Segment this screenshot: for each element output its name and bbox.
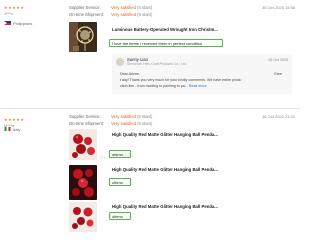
review-comment: I love the items I received them in perf… (109, 39, 223, 47)
review-card-1: ★★★★★ J***o Philippines Supplier Service… (0, 0, 300, 108)
reply-text-line-3: ction line - from molding to painting to… (120, 84, 207, 88)
supplier-service-rating: Supplier Service: Very satisfied (5 star… (69, 5, 153, 10)
philippines-flag-icon (4, 21, 11, 25)
product-title-link[interactable]: High Quality Red Matte Glitter Hanging B… (112, 132, 218, 137)
product-thumbnail[interactable] (69, 165, 97, 200)
avatar (116, 58, 124, 66)
product-title-link[interactable]: High Quality Red Matte Glitter Hanging B… (112, 167, 218, 172)
supplier-service-rating: Supplier Service: Very satisfied (5 star… (69, 114, 153, 119)
reply-text-line-2: t day! Thank you very much for your kind… (120, 78, 242, 82)
reviewer-country: Italy (13, 127, 21, 132)
reviewer-name: J***o (4, 11, 13, 16)
review-date: 16 Oct 2025 21:21 (262, 114, 295, 119)
review-comment: ottimo (109, 178, 131, 186)
read-more-link[interactable]: Read more (189, 84, 207, 88)
review-card-2: ★★★★★ M***a Italy Supplier Service: Very… (0, 112, 300, 245)
rating-stars: ★★★★★ (4, 117, 25, 122)
reply-text-line-1: Dear Arlene, Gree (120, 72, 282, 76)
ontime-shipment-rating: On-time Shipment: Very satisfied (5 star… (69, 121, 153, 126)
reviewer-country: Philippines (13, 21, 33, 26)
review-date: 30 Oct 2025 15:58 (262, 5, 295, 10)
supplier-reply: Sunny Liao Shenzhen Hefu Craft Products … (112, 54, 292, 94)
review-comment: ottimo (109, 212, 131, 220)
product-thumbnail[interactable] (69, 22, 97, 52)
product-title-link[interactable]: High Quality Red Matte Glitter Hanging B… (112, 204, 218, 209)
italy-flag-icon (4, 127, 11, 131)
reply-date: 05 Oct 2025 (268, 58, 288, 62)
ontime-shipment-rating: On-time Shipment: Very satisfied (5 star… (69, 12, 153, 17)
product-title-link[interactable]: Luminous Battery-Operated Wrought Iron C… (112, 27, 218, 32)
review-divider (0, 108, 300, 109)
product-thumbnail[interactable] (69, 202, 97, 232)
reply-company: Shenzhen Hefu Craft Products Co., Ltd. (127, 62, 187, 66)
product-thumbnail[interactable] (69, 129, 97, 160)
rating-stars: ★★★★★ (4, 5, 25, 10)
